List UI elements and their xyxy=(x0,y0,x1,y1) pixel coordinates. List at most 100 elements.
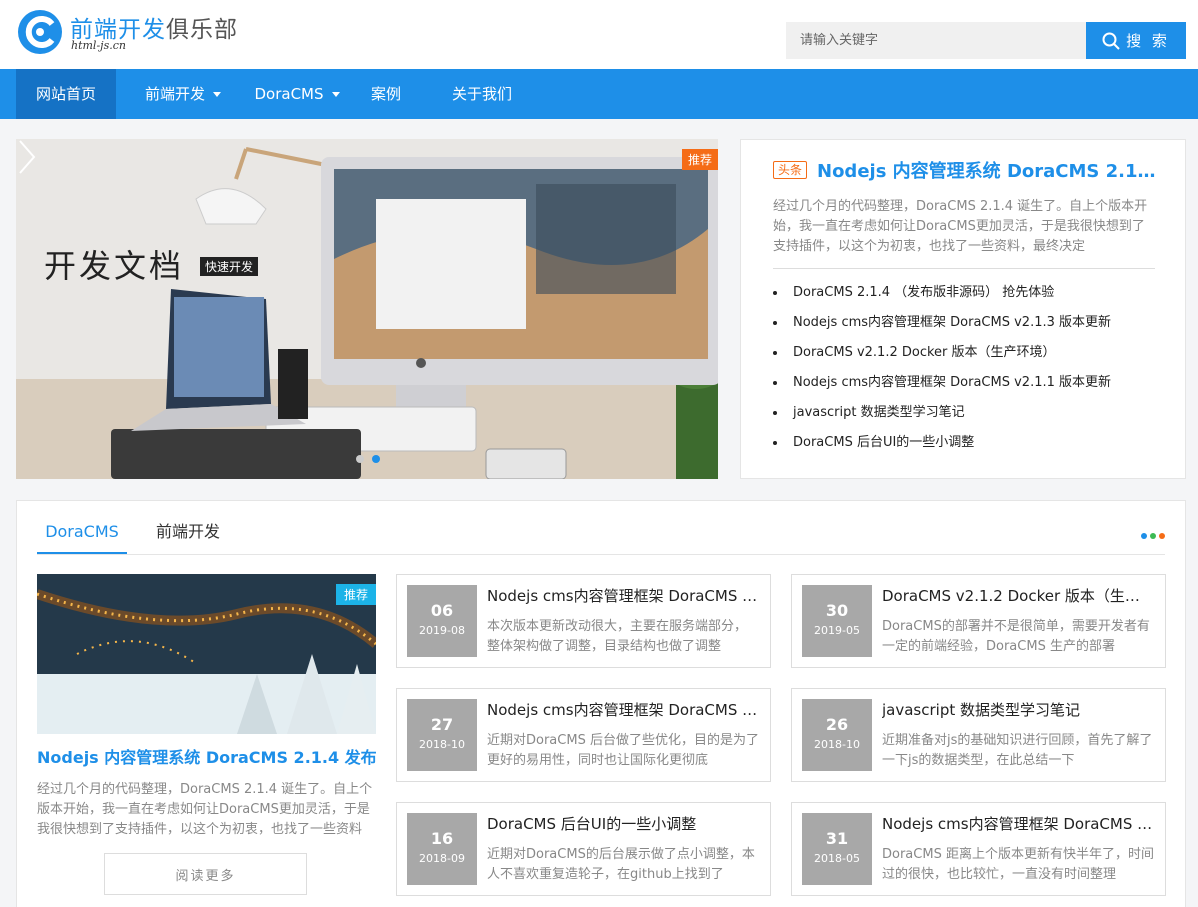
nav-item-doracms[interactable]: DoraCMS xyxy=(244,69,350,119)
site-logo[interactable]: 前端开发俱乐部 html-js.cn xyxy=(16,8,238,60)
caret-down-icon xyxy=(331,92,340,97)
slider-dot-active[interactable] xyxy=(372,455,380,463)
headline-list-item-text: DoraCMS 2.1.4 （发布版非源码） 抢先体验 xyxy=(793,285,1055,300)
card-title[interactable]: DoraCMS 后台UI的一些小调整 xyxy=(487,813,759,834)
date-block: 16 2018-09 xyxy=(407,813,477,885)
article-card[interactable]: 26 2018-10 javascript 数据类型学习笔记 近期准备对js的基础… xyxy=(791,688,1166,782)
bullet-icon xyxy=(773,350,777,355)
featured-title[interactable]: Nodejs 内容管理系统 DoraCMS 2.1.4 发布 xyxy=(37,744,377,768)
recommend-badge: 推荐 xyxy=(335,584,376,605)
headline-list-item-text: Nodejs cms内容管理框架 DoraCMS v2.1.3 版本更新 xyxy=(793,315,1112,330)
date-day: 31 xyxy=(825,829,849,848)
nav-item-label: DoraCMS xyxy=(254,85,324,103)
caret-down-icon xyxy=(213,92,221,97)
date-day: 06 xyxy=(430,601,454,620)
headline-list-item-text: DoraCMS v2.1.2 Docker 版本（生产环境） xyxy=(793,345,1056,360)
bullet-icon xyxy=(773,320,777,325)
hero-title: 开发文档 xyxy=(44,247,185,285)
bullet-icon xyxy=(773,290,777,295)
featured-summary: 经过几个月的代码整理，DoraCMS 2.1.4 诞生了。自上个版本开始，我一直… xyxy=(37,782,373,837)
headline-list-item[interactable]: DoraCMS 2.1.4 （发布版非源码） 抢先体验 xyxy=(773,281,1163,311)
article-card[interactable]: 27 2018-10 Nodejs cms内容管理框架 DoraCMS v2.1.… xyxy=(396,688,771,782)
date-block: 31 2018-05 xyxy=(802,813,872,885)
nav-item-label: 案例 xyxy=(370,85,401,103)
search-button[interactable]: 搜 索 xyxy=(1086,22,1186,59)
headline-list-item[interactable]: javascript 数据类型学习笔记 xyxy=(773,401,1163,431)
article-card[interactable]: 06 2019-08 Nodejs cms内容管理框架 DoraCMS v2.1.… xyxy=(396,574,771,668)
date-block: 06 2019-08 xyxy=(407,585,477,657)
headline-tag: 头条 xyxy=(773,161,808,179)
featured-article: 推荐 Nodejs 内容管理系统 DoraCMS 2.1.4 发布 经过几个月的… xyxy=(37,574,377,895)
article-card[interactable]: 16 2018-09 DoraCMS 后台UI的一些小调整 近期对DoraCMS的… xyxy=(396,802,771,896)
date-block: 27 2018-10 xyxy=(407,699,477,771)
date-day: 26 xyxy=(825,715,849,734)
chevron-right-icon[interactable] xyxy=(16,139,38,175)
bullet-icon xyxy=(773,440,777,445)
date-day: 30 xyxy=(825,601,849,620)
headline-list-item[interactable]: DoraCMS v2.1.2 Docker 版本（生产环境） xyxy=(773,341,1163,371)
card-summary: DoraCMS 距离上个版本更新有快半年了，时间过的很快，也比较忙，一直没有时间… xyxy=(882,847,1154,882)
dot-icon xyxy=(1159,533,1165,539)
tab-bar: DoraCMS 前端开发 xyxy=(37,517,1165,555)
headline-list-item-text: Nodejs cms内容管理框架 DoraCMS v2.1.1 版本更新 xyxy=(793,375,1112,390)
nav-item-label: 网站首页 xyxy=(35,85,96,103)
card-title[interactable]: javascript 数据类型学习笔记 xyxy=(882,699,1154,720)
search-bar: 搜 索 xyxy=(786,22,1186,59)
date-block: 26 2018-10 xyxy=(802,699,872,771)
card-summary: DoraCMS的部署并不是很简单，需要开发者有一定的前端经验，DoraCMS 生… xyxy=(882,619,1150,654)
hero-tag: 快速开发 xyxy=(200,257,259,276)
read-more-button[interactable]: 阅读更多 xyxy=(104,853,307,895)
card-title[interactable]: Nodejs cms内容管理框架 DoraCMS v2.1.3 版本更新 xyxy=(487,585,759,606)
date-block: 30 2019-05 xyxy=(802,585,872,657)
date-year-month: 2019-05 xyxy=(814,624,860,637)
dot-icon xyxy=(1150,533,1156,539)
card-summary: 本次版本更新改动很大，主要在服务端部分，整体架构做了调整，目录结构也做了调整 xyxy=(487,619,748,654)
article-card[interactable]: 30 2019-05 DoraCMS v2.1.2 Docker 版本（生产环境）… xyxy=(791,574,1166,668)
hero-slider[interactable]: 推荐 开发文档 快速开发 xyxy=(16,139,718,479)
featured-photo xyxy=(37,574,376,734)
date-year-month: 2018-10 xyxy=(814,738,860,751)
tab-frontend[interactable]: 前端开发 xyxy=(143,517,233,554)
slider-dot[interactable] xyxy=(356,455,364,463)
logo-subtitle: html-js.cn xyxy=(71,39,126,52)
date-year-month: 2018-09 xyxy=(419,852,465,865)
more-dots-icon[interactable] xyxy=(1141,533,1165,539)
nav-item-home[interactable]: 网站首页 xyxy=(16,69,116,119)
nav-item-frontend[interactable]: 前端开发 xyxy=(130,69,236,119)
article-tabs-section: DoraCMS 前端开发 推荐 Nodejs 内容管理系统 DoraCMS 2.… xyxy=(16,500,1186,907)
headline-list-item[interactable]: DoraCMS 后台UI的一些小调整 xyxy=(773,431,1163,461)
slider-pagination xyxy=(356,455,380,463)
main-nav: 网站首页 前端开发 DoraCMS 案例 关于我们 xyxy=(0,69,1198,119)
dot-icon xyxy=(1141,533,1147,539)
divider xyxy=(773,268,1155,269)
featured-image[interactable]: 推荐 xyxy=(37,574,376,734)
tab-doracms[interactable]: DoraCMS xyxy=(37,517,127,554)
article-card[interactable]: 31 2018-05 Nodejs cms内容管理框架 DoraCMS v2.1.… xyxy=(791,802,1166,896)
card-summary: 近期对DoraCMS 后台做了些优化，目的是为了更好的易用性，同时也让国际化更彻… xyxy=(487,733,759,768)
bullet-icon xyxy=(773,410,777,415)
card-title[interactable]: Nodejs cms内容管理框架 DoraCMS v2.1.0 版本更新 xyxy=(882,813,1154,834)
headline-list-item-text: javascript 数据类型学习笔记 xyxy=(793,405,965,420)
search-icon xyxy=(1102,32,1120,50)
hero-image xyxy=(16,139,718,479)
nav-item-about[interactable]: 关于我们 xyxy=(440,69,524,119)
card-title[interactable]: DoraCMS v2.1.2 Docker 版本（生产环境） xyxy=(882,585,1154,606)
card-title[interactable]: Nodejs cms内容管理框架 DoraCMS v2.1.1 版本更新 xyxy=(487,699,759,720)
headline-list-item[interactable]: Nodejs cms内容管理框架 DoraCMS v2.1.3 版本更新 xyxy=(773,311,1163,341)
headline-summary: 经过几个月的代码整理，DoraCMS 2.1.4 诞生了。自上个版本开始，我一直… xyxy=(773,199,1148,254)
headline-list-item[interactable]: Nodejs cms内容管理框架 DoraCMS v2.1.1 版本更新 xyxy=(773,371,1163,401)
site-header: 前端开发俱乐部 html-js.cn 搜 索 xyxy=(0,0,1198,69)
search-button-label: 搜 索 xyxy=(1126,32,1170,50)
bullet-icon xyxy=(773,380,777,385)
search-input[interactable] xyxy=(786,22,1086,59)
nav-item-label: 关于我们 xyxy=(451,85,512,103)
recommend-badge: 推荐 xyxy=(681,149,718,170)
date-year-month: 2019-08 xyxy=(419,624,465,637)
card-summary: 近期对DoraCMS的后台展示做了点小调整，本人不喜欢重复造轮子，在github… xyxy=(487,847,755,882)
nav-item-cases[interactable]: 案例 xyxy=(356,69,416,119)
headline-title[interactable]: Nodejs 内容管理系统 DoraCMS 2.1.4 发布 xyxy=(817,157,1157,183)
date-day: 27 xyxy=(430,715,454,734)
logo-title-tail: 俱乐部 xyxy=(166,17,238,43)
logo-icon xyxy=(18,10,62,54)
card-summary: 近期准备对js的基础知识进行回顾，首先了解了一下js的数据类型，在此总结一下 xyxy=(882,733,1153,768)
